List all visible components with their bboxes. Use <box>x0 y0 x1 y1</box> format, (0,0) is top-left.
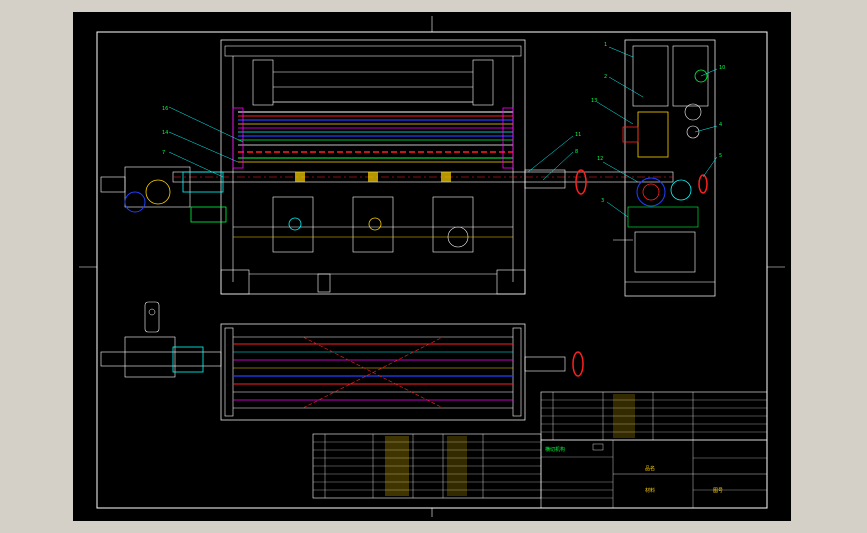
callout-label: 16 <box>162 106 168 112</box>
callout-label: 13 <box>591 98 597 104</box>
callout-label: 4 <box>719 122 722 128</box>
callout-label: 5 <box>719 153 722 159</box>
front-view: 16 14 7 11 8 <box>100 39 674 295</box>
callout-label: 2 <box>604 74 607 80</box>
figure-number-label: 图号 <box>713 488 723 494</box>
callout-label: 8 <box>575 149 578 155</box>
title-block: 横切机构 品名 材料 图号 <box>540 391 768 509</box>
callout-label: 1 <box>604 42 607 48</box>
callout-label: 14 <box>162 130 168 136</box>
callout-label: 7 <box>162 150 165 156</box>
drawing-title: 横切机构 <box>545 446 565 453</box>
parts-list-left <box>312 433 542 499</box>
cad-drawing-canvas: 16 14 7 11 8 1 2 10 13 4 5 12 3 横切机构 品名 … <box>79 16 785 517</box>
callout-label: 12 <box>597 156 603 162</box>
company-name: 品名 <box>645 465 655 472</box>
drawing-border <box>96 31 768 509</box>
callout-label: 3 <box>601 198 604 204</box>
top-view <box>100 301 584 421</box>
cad-drawing-sheet: 16 14 7 11 8 1 2 10 13 4 5 12 3 横切机构 品名 … <box>73 12 791 521</box>
side-view: 1 2 10 13 4 5 12 3 <box>591 39 725 297</box>
callout-label: 10 <box>719 65 725 71</box>
material-label: 材料 <box>645 487 655 494</box>
callout-label: 11 <box>575 132 581 138</box>
